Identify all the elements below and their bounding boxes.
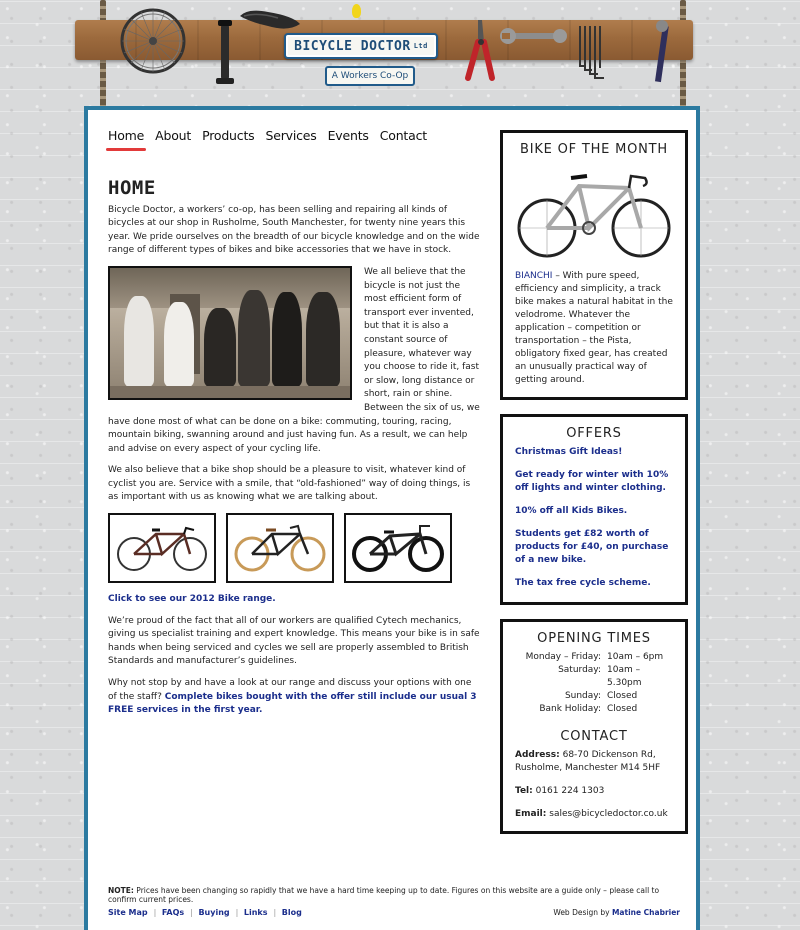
price-note: NOTE: Prices have been changing so rapid… [108, 886, 684, 904]
offer-item[interactable]: Get ready for winter with 10% off lights… [515, 469, 673, 495]
visit-paragraph: Why not stop by and have a look at our r… [108, 677, 481, 718]
tel-value[interactable]: 0161 224 1303 [536, 786, 605, 796]
nav-services[interactable]: Services [265, 128, 316, 147]
bike-of-month-title: BIKE OF THE MONTH [519, 142, 669, 157]
hours-time: Closed [607, 704, 638, 714]
bicycle-wheel-icon [120, 8, 186, 74]
bike-range-link[interactable]: Click to see our 2012 Bike range. [108, 594, 276, 604]
offers-box: OFFERS Christmas Gift Ideas! Get ready f… [500, 414, 688, 605]
pliers-icon [465, 20, 495, 81]
hours-row: Sunday: Closed [515, 690, 673, 703]
site-logo[interactable]: BICYCLE DOCTOR Ltd [284, 33, 438, 59]
spanner-icon [654, 20, 669, 83]
free-services-link[interactable]: Complete bikes bought with the offer sti… [108, 692, 477, 716]
team-section: We all believe that the bicycle is not j… [108, 265, 481, 464]
design-credit: Web Design by Matine Chabrier [553, 908, 680, 917]
site-header: BICYCLE DOCTOR Ltd A Workers Co-Op [0, 0, 800, 108]
address-label: Address: [515, 750, 560, 760]
offer-item[interactable]: 10% off all Kids Bikes. [515, 505, 673, 518]
footer-link-sitemap[interactable]: Site Map [108, 908, 148, 917]
hours-day: Bank Holiday: [539, 704, 601, 714]
featured-bike-image[interactable] [515, 162, 673, 262]
nav-contact[interactable]: Contact [380, 128, 427, 147]
hours-title: OPENING TIMES [537, 631, 651, 646]
nav-about[interactable]: About [155, 128, 191, 147]
hours-day: Sunday: [564, 691, 601, 701]
bike-thumbnails [108, 513, 481, 584]
bike-brand[interactable]: BIANCHI [515, 271, 552, 281]
hours-day: Saturday: [558, 665, 601, 675]
page-title: HOME [108, 177, 156, 199]
hours-row: Bank Holiday: Closed [515, 703, 673, 716]
contact-email: Email: sales@bicycledoctor.co.uk [515, 808, 673, 821]
hours-day: Monday – Friday: [525, 652, 601, 662]
nav-products[interactable]: Products [202, 128, 255, 147]
hours-row: Saturday: 10am – 5.30pm [515, 664, 673, 690]
credit-link[interactable]: Matine Chabrier [612, 908, 680, 917]
logo-subtitle: A Workers Co-Op [325, 66, 415, 86]
hybrid-bike-icon [352, 525, 444, 573]
main-content: HOME Bicycle Doctor, a workers’ co-op, h… [108, 177, 481, 726]
saddle-icon [240, 10, 300, 29]
touring-bike-icon [234, 524, 326, 572]
note-text: Prices have been changing so rapidly tha… [108, 886, 660, 904]
lightbulb-icon [352, 4, 361, 18]
logo-main-text: BICYCLE DOCTOR [294, 38, 411, 54]
main-nav: Home About Products Services Events Cont… [105, 128, 438, 151]
team-photo [108, 265, 352, 400]
hours-time: Closed [607, 691, 638, 701]
hours-row: Monday – Friday: 10am – 6pm [515, 651, 673, 664]
bike-of-month-box: BIKE OF THE MONTH BIANCHI – With pure sp… [500, 130, 688, 400]
footer-link-buying[interactable]: Buying [198, 908, 229, 917]
offer-item[interactable]: Students get £82 worth of products for £… [515, 528, 673, 567]
intro-paragraph: Bicycle Doctor, a workers’ co-op, has be… [108, 204, 480, 256]
tel-label: Tel: [515, 786, 533, 796]
cytech-paragraph: We’re proud of the fact that all of our … [108, 615, 480, 667]
contact-tel: Tel: 0161 224 1303 [515, 785, 673, 798]
email-value[interactable]: sales@bicycledoctor.co.uk [549, 809, 667, 819]
logo-ltd-text: Ltd [413, 42, 428, 50]
nav-events[interactable]: Events [328, 128, 369, 147]
bike-desc-text: – With pure speed, efficiency and simpli… [515, 271, 673, 385]
wrench-icon [500, 28, 567, 44]
hours-time: 10am – 5.30pm [607, 665, 642, 688]
bike-thumb-2[interactable] [226, 513, 334, 584]
offers-title: OFFERS [566, 426, 622, 441]
pump-icon [216, 20, 234, 84]
offer-item[interactable]: Christmas Gift Ideas! [515, 446, 673, 459]
bike-of-month-desc: BIANCHI – With pure speed, efficiency an… [515, 270, 673, 387]
nav-home[interactable]: Home [105, 128, 147, 151]
bike-thumb-3[interactable] [344, 513, 452, 584]
footer-links: Site Map | FAQs | Buying | Links | Blog [108, 908, 302, 917]
email-label: Email: [515, 809, 547, 819]
hours-time: 10am – 6pm [607, 652, 664, 662]
content-panel: Home About Products Services Events Cont… [84, 106, 700, 930]
footer-link-faqs[interactable]: FAQs [162, 908, 184, 917]
sidebar: BIKE OF THE MONTH BIANCHI – With pure sp… [500, 130, 688, 848]
hex-keys-icon [579, 26, 604, 79]
footer-link-blog[interactable]: Blog [282, 908, 302, 917]
note-label: NOTE: [108, 886, 134, 895]
contact-address: Address: 68-70 Dickenson Rd, Rusholme, M… [515, 749, 673, 775]
credit-text: Web Design by [553, 908, 610, 917]
footer-link-links[interactable]: Links [244, 908, 268, 917]
road-bike-icon [117, 526, 207, 572]
offer-item[interactable]: The tax free cycle scheme. [515, 577, 673, 590]
shop-paragraph: We also believe that a bike shop should … [108, 465, 471, 503]
bike-thumb-1[interactable] [108, 513, 216, 584]
hours-contact-box: OPENING TIMES Monday – Friday: 10am – 6p… [500, 619, 688, 834]
contact-title: CONTACT [560, 729, 628, 744]
